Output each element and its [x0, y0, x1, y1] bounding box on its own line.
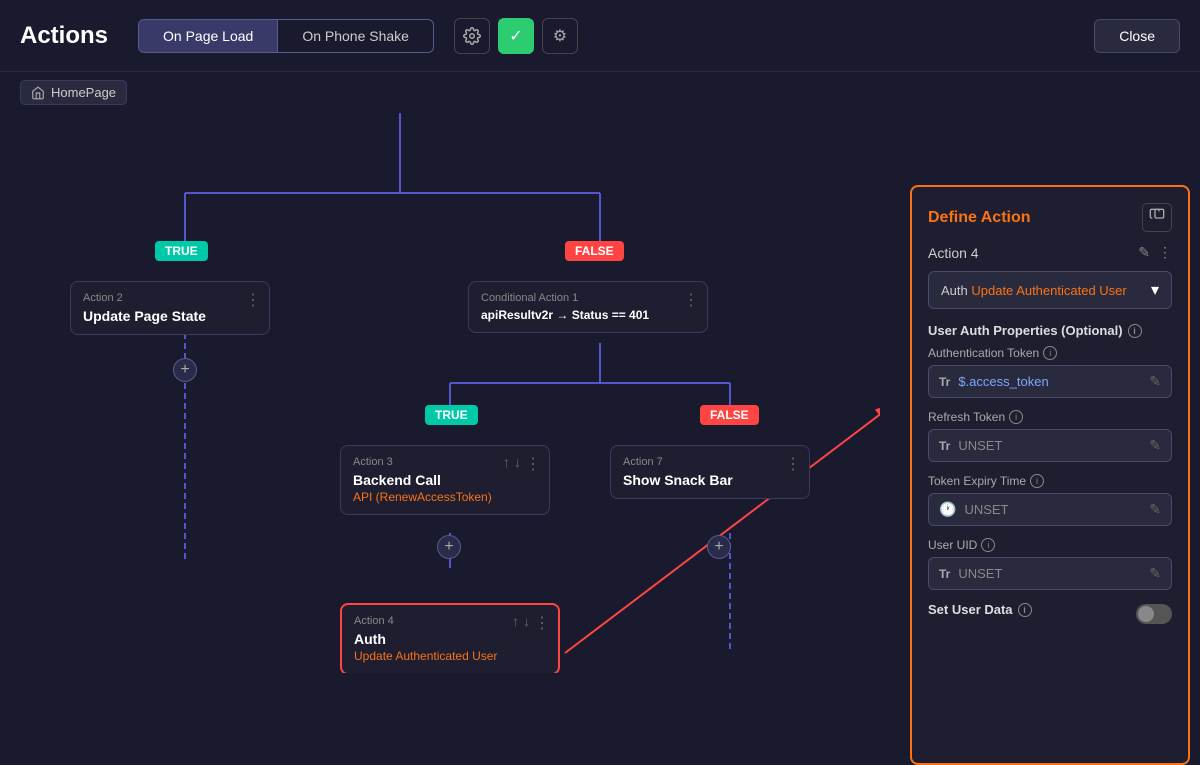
panel-title: Define Action — [928, 209, 1031, 227]
main-content: TRUE FALSE Action 2 Update Page State ⋮ … — [0, 113, 1200, 643]
action2-label: Action 2 — [83, 292, 257, 304]
false-badge-1: FALSE — [565, 241, 624, 261]
action-selector-text: Auth Update Authenticated User — [941, 283, 1127, 298]
chevron-down-icon: ▾ — [1151, 280, 1159, 300]
set-user-data-info-icon[interactable]: i — [1018, 603, 1032, 617]
action4-menu[interactable]: ⋮ — [534, 613, 550, 633]
gear-icon-btn[interactable]: ⚙ — [542, 18, 578, 54]
connector-lines — [0, 113, 880, 673]
action-name: Action 4 — [928, 245, 979, 261]
panel-clipboard-btn[interactable] — [1142, 203, 1172, 232]
conditional1-menu[interactable]: ⋮ — [683, 290, 699, 310]
arrow-down-icon-4[interactable]: ↓ — [523, 613, 530, 629]
token-expiry-field: 🕐 UNSET ✎ — [928, 493, 1172, 526]
user-uid-field: Tr UNSET ✎ — [928, 557, 1172, 590]
action7-label: Action 7 — [623, 456, 797, 468]
plus-action2[interactable]: + — [173, 358, 197, 382]
plus-action7[interactable]: + — [707, 535, 731, 559]
refresh-token-edit-icon[interactable]: ✎ — [1149, 437, 1161, 454]
action2-node: Action 2 Update Page State ⋮ — [70, 281, 270, 335]
action-name-row: Action 4 ✎ ⋮ — [928, 244, 1172, 261]
token-expiry-label: Token Expiry Time i — [928, 474, 1172, 488]
action7-title: Show Snack Bar — [623, 472, 797, 488]
edit-action-name-icon[interactable]: ✎ — [1138, 244, 1150, 261]
user-auth-section-title: User Auth Properties (Optional) i — [928, 323, 1172, 338]
canvas: TRUE FALSE Action 2 Update Page State ⋮ … — [0, 113, 880, 673]
arrow-up-icon-4[interactable]: ↑ — [512, 613, 519, 629]
auth-token-edit-icon[interactable]: ✎ — [1149, 373, 1161, 390]
tab-group: On Page Load On Phone Shake — [138, 19, 434, 53]
auth-token-type-icon: Tr — [939, 375, 950, 389]
settings-icon-btn[interactable] — [454, 18, 490, 54]
plus-action3[interactable]: + — [437, 535, 461, 559]
refresh-token-field: Tr UNSET ✎ — [928, 429, 1172, 462]
set-user-data-row: Set User Data i — [928, 602, 1172, 625]
action7-menu[interactable]: ⋮ — [785, 454, 801, 474]
action4-subtitle: Update Authenticated User — [354, 649, 546, 663]
action3-node: Action 3 Backend Call API (RenewAccessTo… — [340, 445, 550, 515]
action3-menu[interactable]: ⋮ — [525, 454, 541, 474]
action-name-icons: ✎ ⋮ — [1138, 244, 1172, 261]
action-selector[interactable]: Auth Update Authenticated User ▾ — [928, 271, 1172, 309]
token-expiry-value: UNSET — [964, 502, 1149, 517]
action4-title: Auth — [354, 631, 546, 647]
user-uid-edit-icon[interactable]: ✎ — [1149, 565, 1161, 582]
header: Actions On Page Load On Phone Shake ✓ ⚙ … — [0, 0, 1200, 72]
user-auth-info-icon[interactable]: i — [1128, 324, 1142, 338]
auth-token-value: $.access_token — [958, 374, 1149, 389]
page-title: Actions — [20, 22, 108, 50]
check-icon-btn[interactable]: ✓ — [498, 18, 534, 54]
home-icon — [31, 86, 45, 100]
action3-subtitle: API (RenewAccessToken) — [353, 490, 537, 504]
action2-title: Update Page State — [83, 308, 257, 324]
clock-icon: 🕐 — [939, 501, 956, 518]
user-uid-info-icon[interactable]: i — [981, 538, 995, 552]
refresh-token-value: UNSET — [958, 438, 1149, 453]
auth-token-info-icon[interactable]: i — [1043, 346, 1057, 360]
refresh-token-label: Refresh Token i — [928, 410, 1172, 424]
action2-menu[interactable]: ⋮ — [245, 290, 261, 310]
false-badge-2: FALSE — [700, 405, 759, 425]
token-expiry-edit-icon[interactable]: ✎ — [1149, 501, 1161, 518]
refresh-token-type-icon: Tr — [939, 439, 950, 453]
breadcrumb-bar: HomePage — [0, 72, 1200, 113]
action7-node: Action 7 Show Snack Bar ⋮ — [610, 445, 810, 499]
action4-arrows: ↑ ↓ — [512, 613, 530, 629]
more-action-icon[interactable]: ⋮ — [1158, 244, 1172, 261]
true-badge-2: TRUE — [425, 405, 478, 425]
user-uid-type-icon: Tr — [939, 567, 950, 581]
tab-on-page-load[interactable]: On Page Load — [139, 20, 278, 52]
close-button[interactable]: Close — [1094, 19, 1180, 53]
action3-title: Backend Call — [353, 472, 537, 488]
set-user-data-title: Set User Data i — [928, 602, 1032, 617]
arrow-up-icon[interactable]: ↑ — [503, 454, 510, 470]
user-uid-label: User UID i — [928, 538, 1172, 552]
header-icons: ✓ ⚙ — [454, 18, 578, 54]
user-uid-value: UNSET — [958, 566, 1149, 581]
tab-on-phone-shake[interactable]: On Phone Shake — [278, 20, 433, 52]
arrow-down-icon[interactable]: ↓ — [514, 454, 521, 470]
conditional1-title: apiResultv2r → Status == 401 — [481, 308, 695, 322]
true-badge-1: TRUE — [155, 241, 208, 261]
action4-node: Action 4 Auth Update Authenticated User … — [340, 603, 560, 673]
refresh-token-info-icon[interactable]: i — [1009, 410, 1023, 424]
breadcrumb-label: HomePage — [51, 85, 116, 100]
action3-arrows: ↑ ↓ — [503, 454, 521, 470]
breadcrumb-homepage[interactable]: HomePage — [20, 80, 127, 105]
conditional1-label: Conditional Action 1 — [481, 292, 695, 304]
conditional1-node: Conditional Action 1 apiResultv2r → Stat… — [468, 281, 708, 333]
define-action-panel: Define Action Action 4 ✎ ⋮ Auth Update A… — [910, 185, 1190, 765]
token-expiry-info-icon[interactable]: i — [1030, 474, 1044, 488]
auth-token-field: Tr $.access_token ✎ — [928, 365, 1172, 398]
set-user-data-toggle[interactable] — [1136, 604, 1172, 624]
panel-header: Define Action — [928, 203, 1172, 232]
auth-token-label: Authentication Token i — [928, 346, 1172, 360]
